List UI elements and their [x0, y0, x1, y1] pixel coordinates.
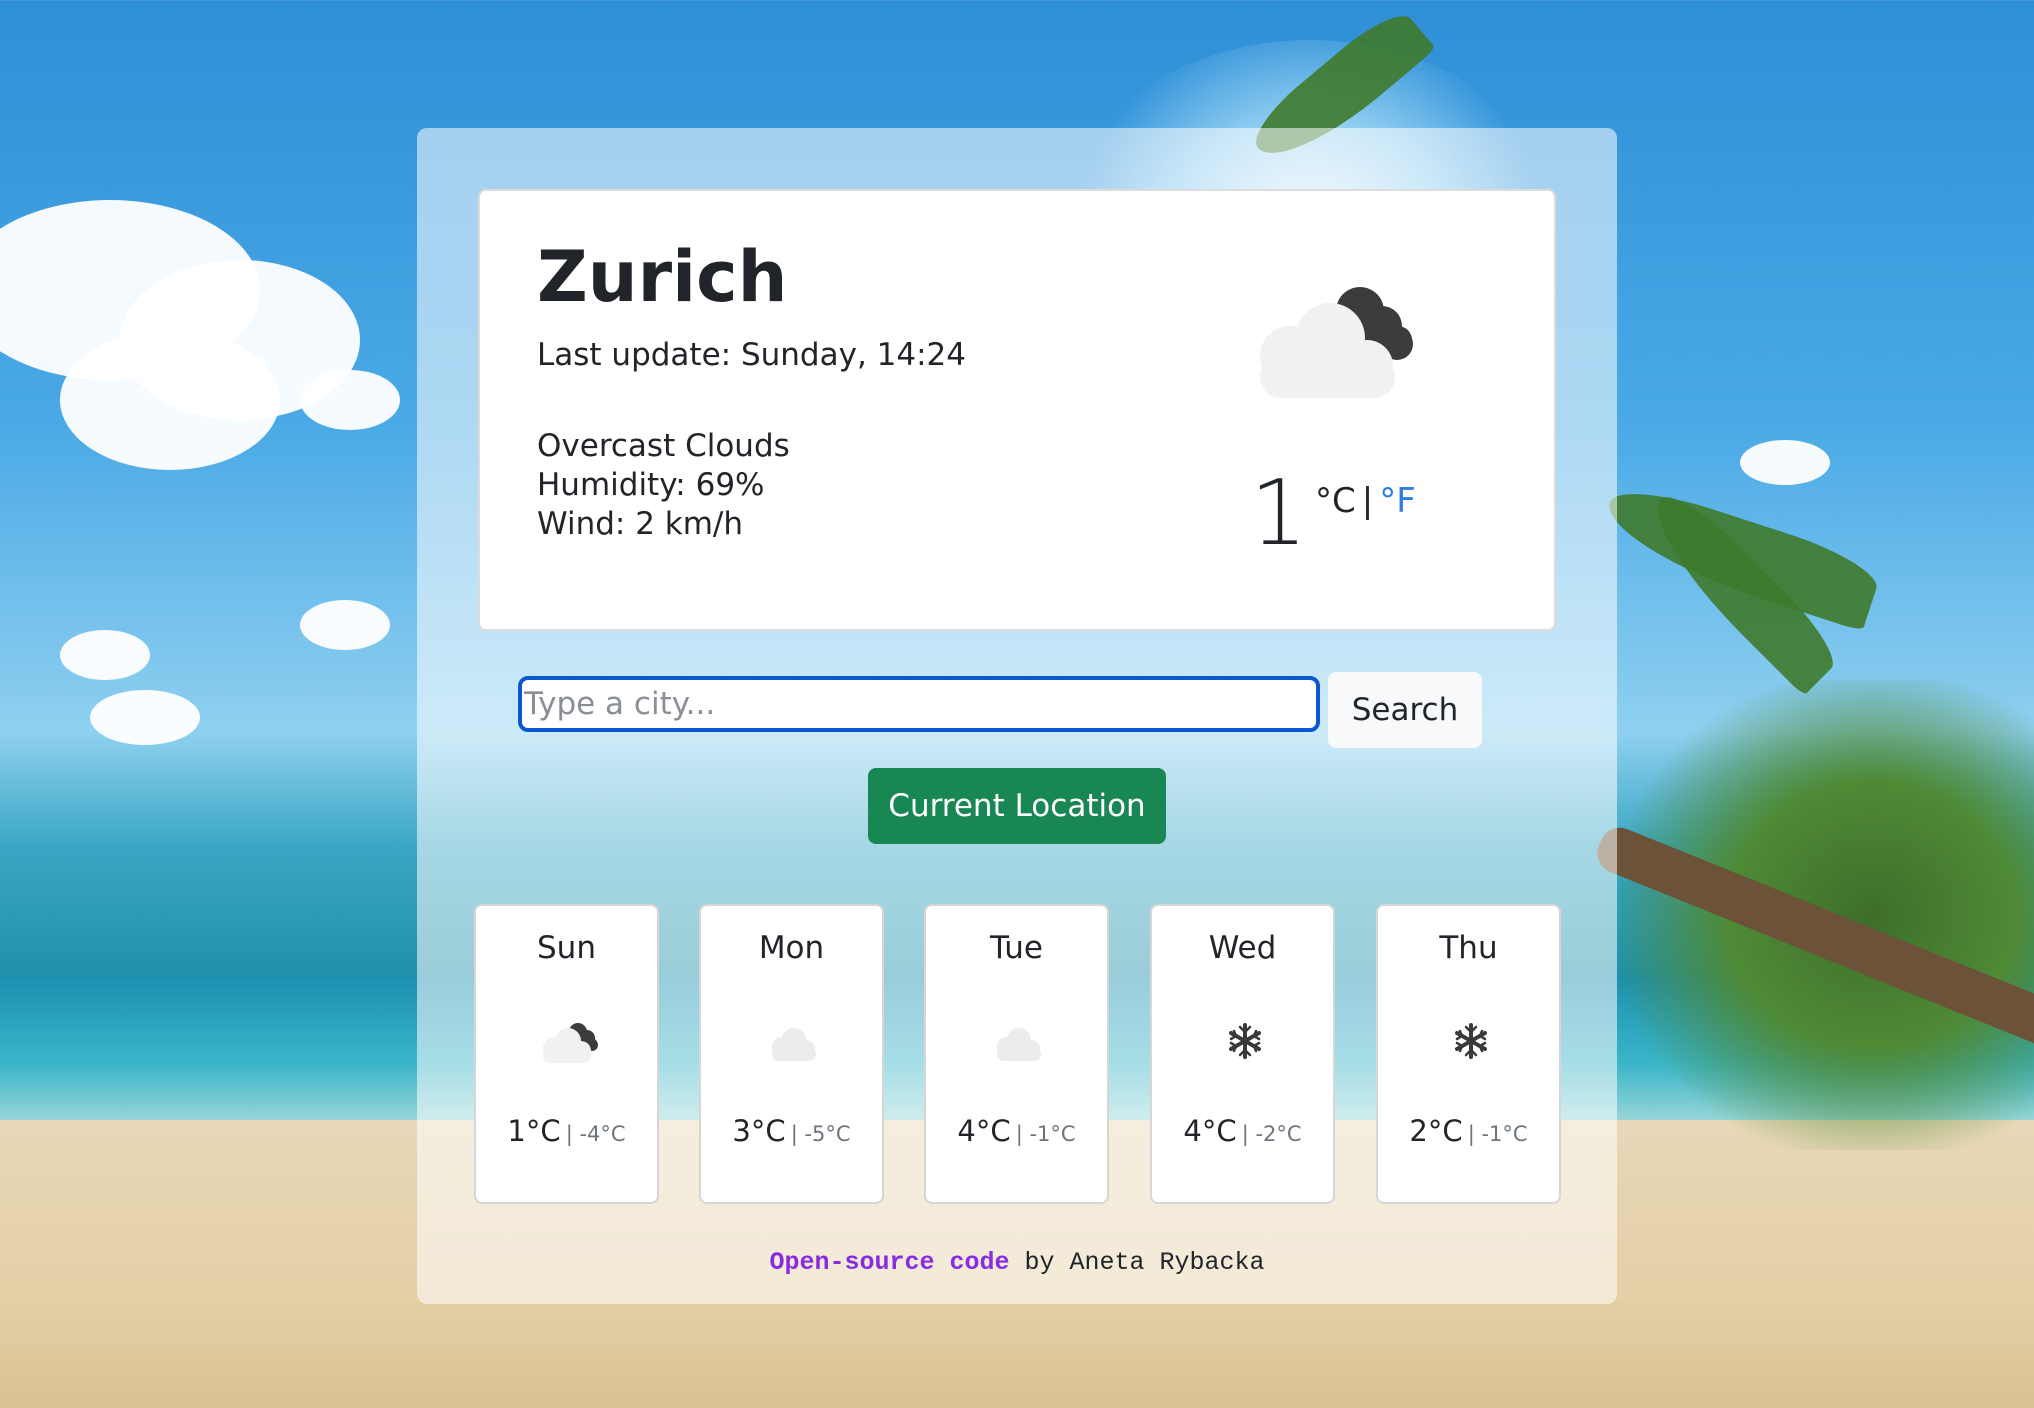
cloud-decoration — [60, 330, 280, 470]
forecast-max-temp: 2°C — [1409, 1114, 1463, 1148]
forecast-day-card: Sun 1°C | -4°C — [474, 904, 659, 1204]
fahrenheit-link[interactable]: °F — [1379, 481, 1416, 521]
forecast-temps: 3°C | -5°C — [701, 1114, 882, 1148]
forecast-day-name: Mon — [758, 930, 825, 966]
forecast-min-temp: | -4°C — [565, 1122, 626, 1146]
forecast-min-temp: | -1°C — [1015, 1122, 1076, 1146]
forecast-temps: 1°C | -4°C — [476, 1114, 657, 1148]
forecast-max-temp: 4°C — [1183, 1114, 1237, 1148]
weather-details: Overcast Clouds Humidity: 69% Wind: 2 km… — [537, 427, 790, 544]
forecast-day-name: Wed — [1208, 930, 1277, 966]
forecast-max-temp: 3°C — [732, 1114, 786, 1148]
unit-separator: | — [1361, 481, 1374, 521]
forecast-max-temp: 4°C — [957, 1114, 1011, 1148]
forecast-day-card: Wed 4°C | -2°C — [1150, 904, 1335, 1204]
temperature-value: 1 — [1250, 461, 1308, 566]
cloud-icon — [997, 1028, 1041, 1061]
snowflake-icon — [1455, 1023, 1487, 1059]
footer-author-text: by Aneta Rybacka — [1009, 1248, 1265, 1277]
forecast-day-name: Sun — [537, 930, 596, 966]
city-name: Zurich — [537, 236, 788, 318]
forecast-day-name: Tue — [990, 930, 1043, 966]
forecast-max-temp: 1°C — [507, 1114, 561, 1148]
forecast-day-card: Mon 3°C | -5°C — [699, 904, 884, 1204]
wind-text: Wind: 2 km/h — [537, 506, 744, 542]
current-weather-card: Zurich Last update: Sunday, 14:24 Overca… — [478, 189, 1556, 631]
broken-clouds-icon — [543, 1023, 598, 1063]
unit-switcher: °C | °F — [1315, 481, 1416, 521]
forecast-day-card: Tue 4°C | -1°C — [924, 904, 1109, 1204]
current-location-button[interactable]: Current Location — [868, 768, 1166, 844]
footer: Open-source code by Aneta Rybacka — [417, 1248, 1617, 1277]
forecast-temps: 4°C | -2°C — [1152, 1114, 1333, 1148]
forecast-day-card: Thu 2°C | -1°C — [1376, 904, 1561, 1204]
celsius-unit[interactable]: °C — [1315, 481, 1356, 521]
cloud-icon — [772, 1028, 816, 1061]
cloud-decoration — [1740, 440, 1830, 485]
weather-app-panel: Zurich Last update: Sunday, 14:24 Overca… — [417, 128, 1617, 1304]
humidity-text: Humidity: 69% — [537, 467, 765, 503]
forecast-row: Sun 1°C | -4°C Mon 3°C | -5°C Tue 4°C | … — [474, 904, 1564, 1204]
cloud-decoration — [300, 370, 400, 430]
cloud-decoration — [300, 600, 390, 650]
search-button[interactable]: Search — [1328, 672, 1482, 748]
last-update-text: Last update: Sunday, 14:24 — [537, 337, 966, 373]
cloud-decoration — [90, 690, 200, 745]
weather-description: Overcast Clouds — [537, 428, 790, 464]
open-source-link[interactable]: Open-source code — [769, 1248, 1009, 1277]
forecast-min-temp: | -5°C — [790, 1122, 851, 1146]
forecast-min-temp: | -2°C — [1241, 1122, 1302, 1146]
city-search-input[interactable] — [518, 676, 1320, 732]
forecast-min-temp: | -1°C — [1467, 1122, 1528, 1146]
broken-clouds-icon — [1260, 287, 1413, 398]
forecast-temps: 4°C | -1°C — [926, 1114, 1107, 1148]
forecast-day-name: Thu — [1439, 930, 1498, 966]
snowflake-icon — [1229, 1023, 1261, 1059]
forecast-temps: 2°C | -1°C — [1378, 1114, 1559, 1148]
cloud-decoration — [60, 630, 150, 680]
